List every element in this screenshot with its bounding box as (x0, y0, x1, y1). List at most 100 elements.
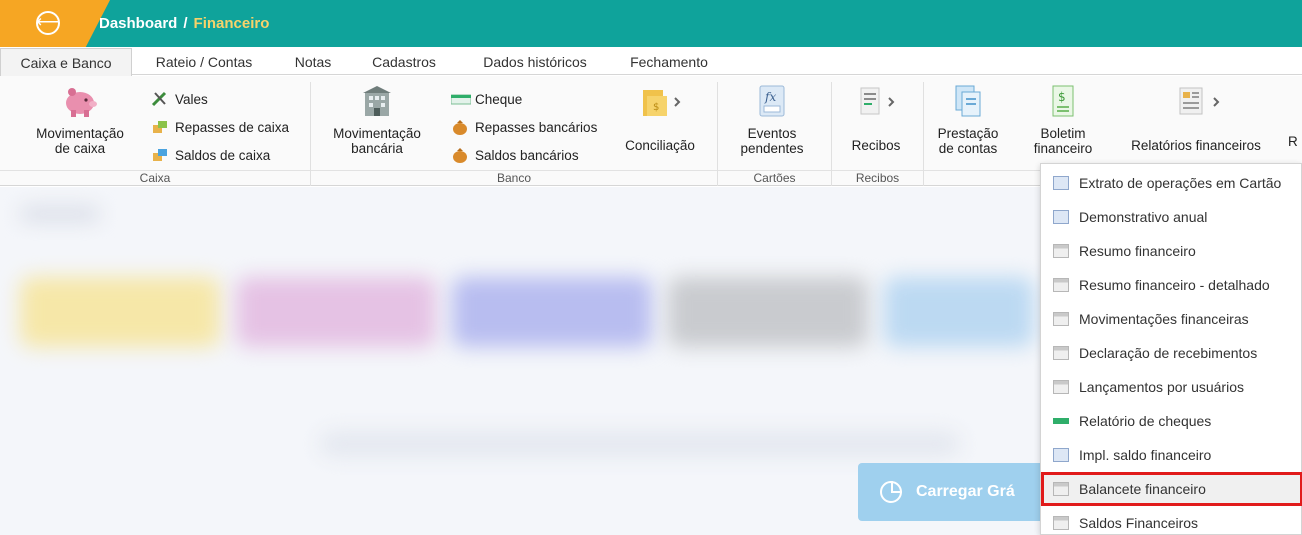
tab-cadastros[interactable]: Cadastros (358, 48, 450, 75)
bank-building-icon (363, 86, 391, 116)
doc-icon (1053, 244, 1069, 258)
blurred-text (320, 432, 960, 456)
menu-item-label: Balancete financeiro (1079, 481, 1206, 497)
repasses-caixa-label: Repasses de caixa (175, 119, 290, 135)
eventos-pendentes-button[interactable]: fx Eventos pendentes (727, 84, 817, 156)
breadcrumb-current: Financeiro (193, 15, 270, 32)
movimentacao-bancaria-label-1: Movimentação (333, 126, 421, 141)
svg-text:fx: fx (764, 90, 776, 104)
blurred-card (236, 277, 436, 347)
blurred-card (452, 277, 652, 347)
tab-rateio-contas[interactable]: Rateio / Contas (140, 48, 268, 75)
menu-item-label: Movimentações financeiras (1079, 311, 1249, 327)
eventos-pendentes-label-2: pendentes (740, 141, 804, 156)
repasses-bancarios-button[interactable]: Repasses bancários (451, 119, 597, 135)
movimentacao-bancaria-button[interactable]: Movimentação bancária (322, 84, 432, 156)
card-icon (1053, 176, 1069, 190)
money-bag-icon (451, 119, 469, 135)
function-card-icon: fx (759, 85, 785, 117)
eventos-pendentes-label-1: Eventos (747, 126, 797, 141)
doc-icon (1053, 516, 1069, 530)
menu-item-balancete-financeiro[interactable]: Balancete financeiro (1041, 472, 1302, 506)
boletim-financeiro-button[interactable]: $ Boletim financeiro (1028, 84, 1098, 156)
cheque-icon (1053, 418, 1069, 424)
prestacao-contas-label-2: de contas (938, 141, 998, 156)
menu-item-label: Resumo financeiro - detalhado (1079, 277, 1270, 293)
menu-item-declaracao-recebimentos[interactable]: Declaração de recebimentos (1041, 336, 1302, 370)
boletim-financeiro-label-2: financeiro (1033, 141, 1093, 156)
menu-item-label: Lançamentos por usuários (1079, 379, 1244, 395)
menu-item-lancamentos-usuarios[interactable]: Lançamentos por usuários (1041, 370, 1302, 404)
blurred-card (20, 277, 220, 347)
recibos-button[interactable]: Recibos (838, 84, 914, 153)
breadcrumb-root[interactable]: Dashboard (99, 15, 177, 32)
piggy-bank-icon (66, 88, 97, 117)
menu-item-label: Saldos Financeiros (1079, 515, 1199, 531)
saldos-caixa-label: Saldos de caixa (175, 147, 271, 163)
pie-chart-icon (880, 481, 902, 503)
blurred-card (884, 277, 1034, 347)
account-documents-icon (955, 85, 981, 117)
doc-icon (1053, 312, 1069, 326)
top-bar: ⟵ Dashboard / Financeiro (0, 0, 1302, 47)
relatorios-financeiros-label: Relatórios financeiros (1131, 138, 1261, 153)
menu-item-label: Demonstrativo anual (1079, 209, 1208, 225)
tools-icon (151, 91, 169, 107)
conciliacao-button[interactable]: $ Conciliação (617, 84, 703, 153)
menu-item-resumo-financeiro[interactable]: Resumo financeiro (1041, 234, 1302, 268)
breadcrumb-separator: / (183, 15, 188, 32)
movimentacao-bancaria-label-2: bancária (351, 141, 403, 156)
prestacao-contas-label-1: Prestação (937, 126, 999, 141)
menu-item-saldos-financeiros[interactable]: Saldos Financeiros (1041, 506, 1302, 535)
card-icon (1053, 210, 1069, 224)
cheque-icon (450, 91, 472, 107)
menu-item-label: Extrato de operações em Cartão (1079, 175, 1282, 191)
doc-icon (1053, 346, 1069, 360)
truncated-ribbon-button[interactable]: R (1288, 134, 1302, 149)
cheque-button[interactable]: Cheque (450, 91, 523, 107)
menu-item-demonstrativo-anual[interactable]: Demonstrativo anual (1041, 200, 1302, 234)
repasses-caixa-button[interactable]: Repasses de caixa (151, 119, 289, 135)
menu-item-movimentacoes-financeiras[interactable]: Movimentações financeiras (1041, 302, 1302, 336)
relatorios-financeiros-menu: Extrato de operações em Cartão Demonstra… (1040, 163, 1302, 535)
balance-boxes-icon (151, 147, 169, 163)
vales-label: Vales (175, 91, 208, 107)
group-label-recibos: Recibos (832, 170, 923, 186)
tab-fechamento[interactable]: Fechamento (614, 48, 724, 75)
menu-item-extrato-cartao[interactable]: Extrato de operações em Cartão (1041, 166, 1302, 200)
doc-icon (1053, 278, 1069, 292)
conciliacao-label: Conciliação (625, 138, 695, 153)
saldos-bancarios-button[interactable]: Saldos bancários (451, 147, 579, 163)
repasses-bancarios-label: Repasses bancários (475, 119, 598, 135)
recibos-label: Recibos (851, 138, 901, 153)
cheque-label: Cheque (475, 91, 523, 107)
money-document-icon: $ (1052, 85, 1074, 117)
doc-icon (1053, 482, 1069, 496)
relatorios-financeiros-button[interactable]: Relatórios financeiros (1118, 84, 1274, 153)
back-arrow-icon[interactable]: ⟵ (36, 11, 60, 35)
movimentacao-caixa-label-1: Movimentação (36, 126, 124, 141)
card-icon (1053, 448, 1069, 462)
reconcile-folder-icon: $ (643, 90, 681, 116)
carregar-graficos-button[interactable]: Carregar Grá (858, 463, 1058, 521)
transfer-boxes-icon (151, 119, 169, 135)
group-label-outros (924, 170, 1040, 186)
tab-notas[interactable]: Notas (284, 48, 342, 75)
svg-text:$: $ (1058, 90, 1066, 104)
tab-dados-historicos[interactable]: Dados históricos (466, 48, 604, 75)
menu-item-label: Resumo financeiro (1079, 243, 1196, 259)
menu-item-impl-saldo[interactable]: Impl. saldo financeiro (1041, 438, 1302, 472)
blurred-card (668, 277, 868, 347)
group-label-banco: Banco (311, 170, 717, 186)
saldos-bancarios-label: Saldos bancários (475, 147, 579, 163)
prestacao-contas-button[interactable]: Prestação de contas (930, 84, 1006, 156)
menu-item-relatorio-cheques[interactable]: Relatório de cheques (1041, 404, 1302, 438)
saldos-caixa-button[interactable]: Saldos de caixa (151, 147, 270, 163)
group-label-caixa: Caixa (0, 170, 310, 186)
tab-caixa-e-banco[interactable]: Caixa e Banco (0, 48, 132, 76)
menu-item-resumo-detalhado[interactable]: Resumo financeiro - detalhado (1041, 268, 1302, 302)
movimentacao-caixa-button[interactable]: Movimentação de caixa (25, 84, 135, 156)
menu-item-label: Declaração de recebimentos (1079, 345, 1258, 361)
vales-button[interactable]: Vales (151, 91, 208, 107)
reports-icon (1179, 87, 1220, 115)
